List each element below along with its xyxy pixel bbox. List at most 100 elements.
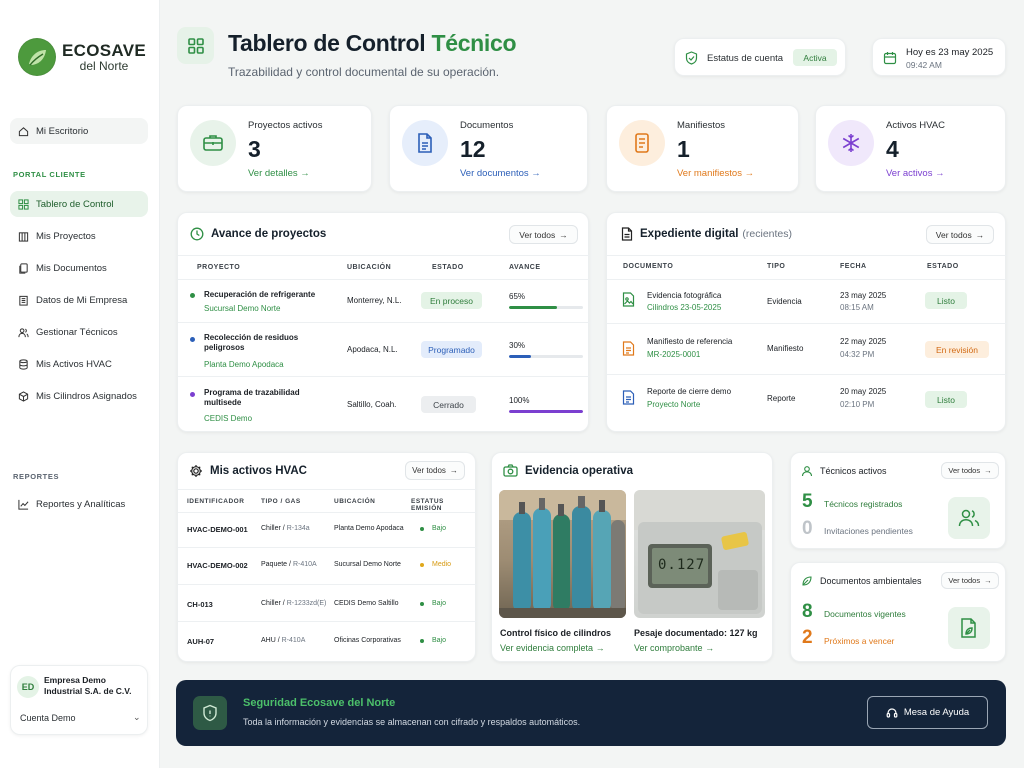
grid-icon [18, 198, 29, 210]
project-site: Sucursal Demo Norte [204, 304, 281, 313]
col-header-date: FECHA [840, 263, 867, 270]
stat-link[interactable]: Ver documentos → [460, 168, 541, 179]
sidebar-item-label: Mis Activos HVAC [36, 358, 112, 370]
gear-icon [190, 465, 202, 477]
progress-fill [509, 355, 532, 358]
sidebar-item-cylinders[interactable]: Mis Cilindros Asignados [10, 383, 148, 409]
asset-id[interactable]: HVAC-DEMO-001 [187, 525, 248, 534]
document-status-badge: En revisión [925, 341, 989, 358]
dashboard-header-icon [177, 27, 214, 64]
asset-type: AHU / R-410A [261, 637, 306, 644]
clock-icon [190, 227, 204, 241]
stat-link[interactable]: Ver detalles → [248, 168, 310, 179]
asset-type: Chiller / R-1233zd(E) [261, 600, 327, 607]
project-name[interactable]: Programa de trazabilidad multisede [204, 388, 319, 409]
stat-link[interactable]: Ver activos → [886, 168, 945, 179]
project-progress-label: 65% [509, 292, 526, 301]
arrow-right-icon: → [705, 643, 715, 653]
evidence-title-text: Evidencia operativa [525, 464, 634, 477]
col-header-emission: ESTATUS EMISIÓN [411, 498, 444, 512]
cylinders-photo[interactable] [499, 490, 626, 618]
asset-type: Chiller / R-134a [261, 525, 310, 532]
evidence-link[interactable]: Ver comprobante → [634, 643, 714, 653]
divider [178, 376, 590, 377]
document-time: 02:10 PM [840, 400, 875, 409]
sidebar-item-hvac[interactable]: Mis Activos HVAC [10, 351, 148, 377]
project-status-badge: Cerrado [421, 396, 476, 413]
expediente-card: Expediente digital (recientes) Ver todos… [606, 212, 1007, 432]
chevron-down-icon[interactable]: ⌄ [133, 712, 141, 723]
invitations-count-label: Invitaciones pendientes [824, 526, 913, 536]
emission-status: Bajo [432, 600, 447, 607]
stat-card-documents[interactable]: Documentos 12 Ver documentos → [389, 105, 588, 192]
stat-card-projects[interactable]: Proyectos activos 3 Ver detalles → [177, 105, 372, 192]
stat-link[interactable]: Ver manifiestos → [677, 168, 754, 179]
asset-id[interactable]: CH-013 [187, 600, 213, 609]
divider [607, 323, 1007, 324]
project-name[interactable]: Recolección de residuos peligrosos [204, 333, 319, 354]
hvac-card-title: Mis activos HVAC [189, 464, 307, 478]
asset-type-text: AHU [261, 637, 276, 644]
expiring-docs-label: Próximos a vencer [824, 636, 895, 646]
document-time: 04:32 PM [840, 350, 875, 359]
evidence-link[interactable]: Ver evidencia completa → [500, 643, 605, 653]
sidebar-item-documents[interactable]: Mis Documentos [10, 255, 148, 281]
company-account-card[interactable]: ED Empresa Demo Industrial S.A. de C.V. … [10, 665, 148, 735]
divider [178, 547, 477, 548]
divider [178, 584, 477, 585]
asset-gas: R-1233zd(E) [286, 600, 327, 607]
sidebar-item-desk[interactable]: Mi Escritorio [10, 118, 148, 144]
project-name[interactable]: Recuperación de refrigerante [204, 290, 334, 300]
users-icon [18, 327, 29, 337]
company-name: Empresa Demo Industrial S.A. de C.V. [44, 675, 132, 697]
project-status-badge: En proceso [421, 292, 482, 309]
emission-status: Bajo [432, 525, 447, 532]
arrow-right-icon: → [595, 643, 605, 653]
sidebar-item-projects[interactable]: Mis Proyectos [10, 223, 148, 249]
arrow-right-icon: → [559, 229, 568, 240]
scale-photo[interactable]: 0.127 [634, 490, 765, 618]
project-location: Saltillo, Coah. [347, 400, 397, 409]
arrow-right-icon: → [975, 229, 985, 240]
stat-card-hvac[interactable]: Activos HVAC 4 Ver activos → [815, 105, 1006, 192]
stat-card-manifests[interactable]: Manifiestos 1 Ver manifiestos → [606, 105, 799, 192]
emission-dot [420, 602, 424, 606]
expediente-title-note: (recientes) [742, 228, 793, 240]
brand-logo[interactable]: ECOSAVE del Norte [18, 38, 146, 76]
environmental-docs-view-all-button[interactable]: Ver todos → [941, 572, 999, 589]
expediente-view-all-button[interactable]: Ver todos → [926, 225, 994, 244]
divider [178, 255, 590, 256]
document-name[interactable]: Manifiesto de referencia [647, 337, 732, 346]
status-dot [190, 392, 195, 397]
projects-card: Avance de proyectos Ver todos → PROYECTO … [177, 212, 590, 432]
evidence-caption: Control físico de cilindros [500, 628, 612, 638]
user-icon [801, 466, 813, 477]
document-name[interactable]: Evidencia fotográfica [647, 291, 721, 300]
sidebar-item-technicians[interactable]: Gestionar Técnicos [10, 319, 148, 345]
manifest-file-icon [622, 341, 635, 356]
hvac-view-all-button[interactable]: Ver todos → [405, 461, 465, 480]
projects-title-text: Avance de proyectos [211, 228, 327, 240]
sidebar-item-dashboard[interactable]: Tablero de Control [10, 191, 148, 217]
project-status-badge: Programado [421, 341, 482, 358]
projects-view-all-button[interactable]: Ver todos → [509, 225, 578, 244]
col-header-status: ESTADO [927, 263, 959, 270]
status-dot [190, 293, 195, 298]
asset-id[interactable]: HVAC-DEMO-002 [187, 561, 248, 570]
asset-id[interactable]: AUH-07 [187, 637, 214, 646]
sidebar-item-reports[interactable]: Reportes y Analíticas [10, 491, 148, 517]
sidebar-item-company[interactable]: Datos de Mi Empresa [10, 287, 148, 313]
col-header-type: TIPO / GAS [261, 498, 301, 505]
chart-line-icon [18, 499, 29, 510]
hvac-title-text: Mis activos HVAC [210, 465, 307, 477]
help-desk-button[interactable]: Mesa de Ayuda [867, 696, 988, 729]
arrow-right-icon: → [744, 168, 755, 179]
environmental-docs-title-text: Documentos ambientales [820, 576, 922, 586]
evidence-card-title: Evidencia operativa [503, 464, 633, 477]
document-sub: Proyecto Norte [647, 400, 701, 409]
technicians-view-all-button[interactable]: Ver todos → [941, 462, 999, 479]
col-header-location: UBICACIÓN [347, 264, 392, 271]
sidebar-item-label: Mi Escritorio [36, 125, 89, 137]
emission-dot [420, 639, 424, 643]
document-name[interactable]: Reporte de cierre demo [647, 387, 731, 396]
